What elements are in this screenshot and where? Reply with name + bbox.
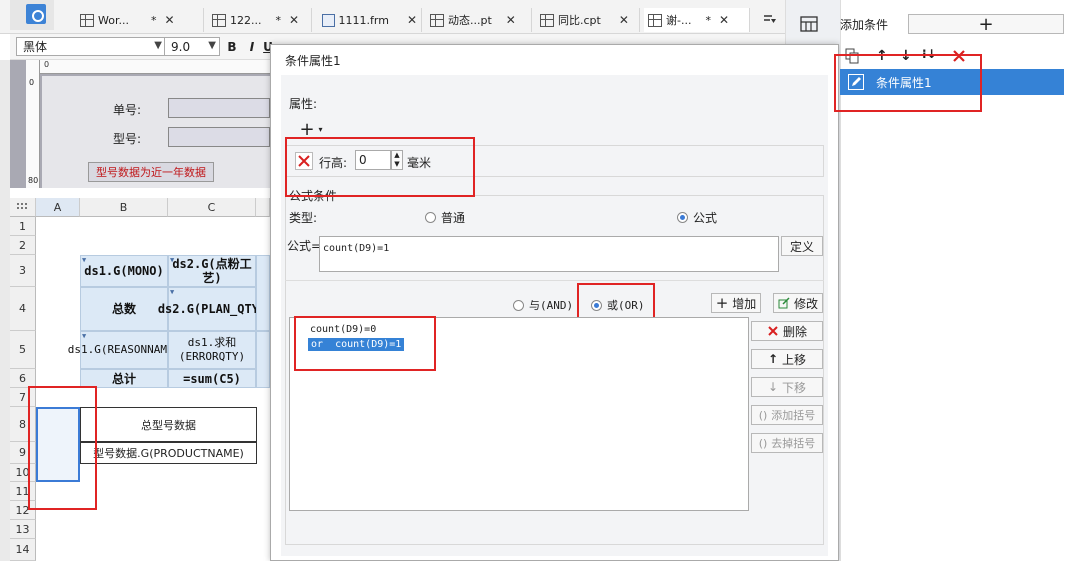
tab-dynamic[interactable]: 动态...pt ✕ bbox=[426, 8, 532, 32]
tab-xie[interactable]: 谢-... * ✕ bbox=[644, 8, 750, 32]
layout-icon[interactable] bbox=[800, 16, 818, 32]
chevron-down-icon: ▼ bbox=[154, 40, 162, 51]
add-condition-header: 添加条件 + bbox=[840, 10, 1065, 38]
expand-down-icon: ▼ bbox=[82, 256, 87, 264]
cell-c5[interactable]: ds1.求和(ERRORQTY) bbox=[168, 331, 256, 369]
move-down-button[interactable]: ↓ 下移 bbox=[751, 377, 823, 397]
bracket-remove-icon: () bbox=[758, 436, 768, 450]
vertical-ruler: 0 80 bbox=[26, 60, 40, 188]
grid-file-icon bbox=[648, 13, 662, 27]
column-header-c[interactable]: C bbox=[168, 198, 256, 217]
grid-file-icon bbox=[540, 13, 554, 27]
radio-icon bbox=[425, 212, 436, 223]
plus-icon: + bbox=[715, 294, 729, 312]
grid-file-icon bbox=[80, 13, 94, 27]
tab-1111-frm[interactable]: 1111.frm ✕ bbox=[318, 8, 422, 32]
app-logo-icon[interactable] bbox=[10, 0, 54, 30]
add-bracket-button[interactable]: () 添加括号 bbox=[751, 405, 823, 425]
properties-label: 属性: bbox=[289, 97, 318, 111]
type-normal-radio[interactable]: 普通 bbox=[425, 209, 465, 226]
close-icon[interactable]: ✕ bbox=[164, 13, 174, 27]
close-icon[interactable]: ✕ bbox=[289, 13, 299, 27]
cell-c4[interactable]: ▼ ds2.G(PLAN_QTY) bbox=[158, 287, 266, 331]
radio-icon bbox=[513, 299, 524, 311]
row-header[interactable]: 5 bbox=[10, 331, 36, 369]
and-radio[interactable]: 与(AND) bbox=[513, 297, 573, 313]
chevron-down-icon: ▼ bbox=[208, 40, 216, 51]
font-family-select[interactable]: 黑体 ▼ bbox=[16, 37, 166, 56]
grid-file-icon bbox=[212, 13, 226, 27]
cell-c6[interactable]: =sum(C5) bbox=[168, 369, 256, 388]
grid-file-icon bbox=[430, 13, 444, 27]
order-input[interactable] bbox=[168, 98, 270, 118]
column-header-a[interactable]: A bbox=[36, 198, 80, 217]
cell-c3[interactable]: ▼ ds2.G(点粉工艺) bbox=[168, 255, 256, 287]
tab-bar: Wor... * ✕ 122... * ✕ 1111.frm ✕ 动态...pt… bbox=[0, 0, 785, 34]
move-up-button[interactable]: ↑ 上移 bbox=[751, 349, 823, 369]
tab-yoy[interactable]: 同比.cpt ✕ bbox=[536, 8, 640, 32]
highlight-box-row-height bbox=[285, 137, 475, 197]
modify-condition-button[interactable]: 修改 bbox=[773, 293, 823, 313]
add-property-button[interactable]: + ▾ bbox=[297, 119, 325, 140]
close-icon[interactable]: ✕ bbox=[506, 13, 516, 27]
cell-b8[interactable]: 总型号数据 bbox=[80, 407, 257, 442]
formula-input[interactable]: count(D9)=1 bbox=[319, 236, 779, 272]
form-file-icon bbox=[322, 13, 335, 27]
dialog-title: 条件属性1 bbox=[271, 45, 838, 75]
cell-b3[interactable]: ▼ ds1.G(MONO) bbox=[80, 255, 168, 287]
close-icon[interactable]: ✕ bbox=[619, 13, 629, 27]
divider bbox=[285, 280, 824, 281]
add-condition-plus-button[interactable]: + bbox=[908, 14, 1064, 35]
type-formula-radio[interactable]: 公式 bbox=[677, 209, 717, 226]
column-header-b[interactable]: B bbox=[80, 198, 168, 217]
cell-b9[interactable]: 型号数据.G(PRODUCTNAME) bbox=[80, 442, 257, 464]
cell-b5[interactable]: ▼ ds1.G(REASONNAME) bbox=[68, 331, 180, 369]
arrow-up-icon: ↑ bbox=[767, 352, 779, 366]
close-icon[interactable]: ✕ bbox=[719, 13, 729, 27]
row-header[interactable]: 4 bbox=[10, 287, 36, 331]
radio-selected-icon bbox=[677, 212, 688, 223]
tab-workbook[interactable]: Wor... * ✕ bbox=[76, 8, 204, 32]
horizontal-ruler: 0 bbox=[40, 60, 270, 74]
cell-b4[interactable]: 总数 bbox=[80, 287, 168, 331]
tab-122[interactable]: 122... * ✕ bbox=[208, 8, 312, 32]
remove-bracket-button[interactable]: () 去掉括号 bbox=[751, 433, 823, 453]
row-header[interactable]: 3 bbox=[10, 255, 36, 287]
expand-down-icon: ▼ bbox=[82, 332, 87, 340]
model-input[interactable] bbox=[168, 127, 270, 147]
close-icon[interactable]: ✕ bbox=[407, 13, 417, 27]
highlight-box-cells bbox=[28, 386, 97, 510]
modify-icon bbox=[778, 297, 790, 309]
highlight-box-panel bbox=[834, 54, 982, 112]
notice-label: 型号数据为近一年数据 bbox=[88, 162, 214, 182]
cell-d3[interactable] bbox=[256, 255, 270, 331]
add-condition-button[interactable]: + 增加 bbox=[711, 293, 761, 313]
order-label: 单号: bbox=[113, 103, 142, 117]
delete-condition-button[interactable]: 删除 bbox=[751, 321, 823, 341]
font-size-select[interactable]: 9.0 ▼ bbox=[164, 37, 220, 56]
tab-overflow-icon[interactable] bbox=[755, 8, 785, 32]
define-button[interactable]: 定义 bbox=[781, 236, 823, 256]
model-label: 型号: bbox=[113, 132, 142, 146]
row-header[interactable]: 13 bbox=[10, 520, 36, 539]
formula-label: 公式= bbox=[287, 239, 322, 253]
condition-property-dialog: 条件属性1 属性: + ▾ 行高: 0 ▲ ▼ 毫米 公式条件 类型: 普通 公式 … bbox=[270, 44, 839, 561]
row-header[interactable]: 2 bbox=[10, 236, 36, 255]
expand-down-icon: ▼ bbox=[170, 256, 175, 264]
left-gutter bbox=[0, 60, 10, 561]
chevron-down-icon: ▾ bbox=[318, 124, 323, 134]
cell-d5[interactable] bbox=[256, 331, 270, 388]
column-header-d[interactable] bbox=[256, 198, 270, 217]
delete-icon bbox=[768, 326, 778, 336]
type-label: 类型: bbox=[289, 211, 318, 225]
arrow-down-icon: ↓ bbox=[767, 380, 779, 394]
bracket-icon: () bbox=[758, 408, 768, 422]
add-condition-label: 添加条件 bbox=[840, 17, 889, 32]
row-header[interactable]: 1 bbox=[10, 217, 36, 236]
bold-button[interactable]: B bbox=[222, 37, 242, 56]
row-header[interactable]: 14 bbox=[10, 539, 36, 561]
expand-down-icon: ▼ bbox=[170, 288, 175, 296]
select-all-corner[interactable] bbox=[10, 198, 36, 217]
highlight-box-conditions bbox=[294, 316, 436, 371]
